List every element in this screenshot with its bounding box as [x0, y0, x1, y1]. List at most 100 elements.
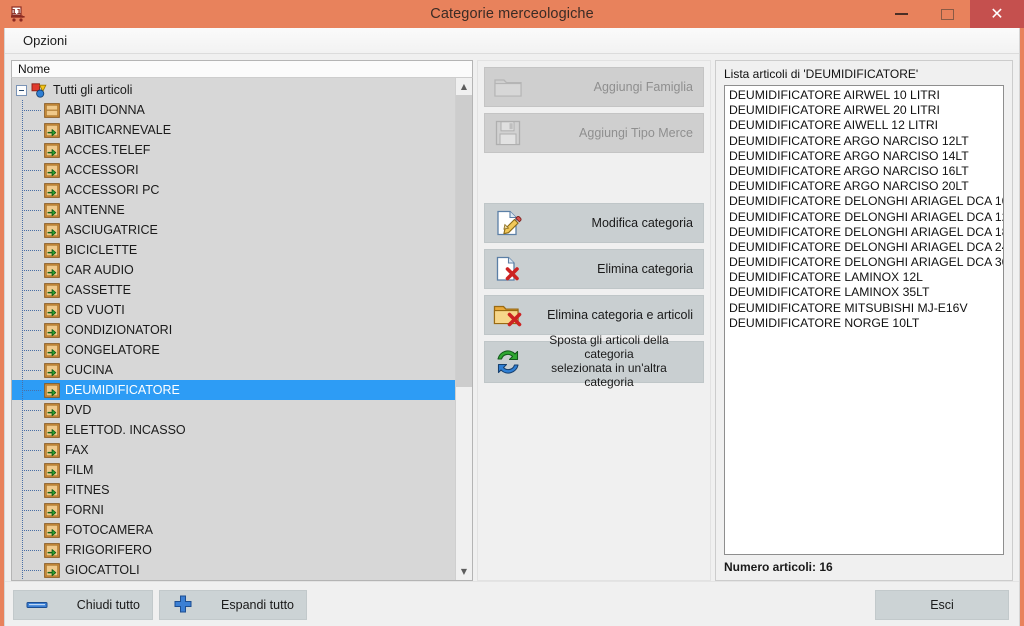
article-list-item[interactable]: DEUMIDIFICATORE DELONGHI ARIAGEL DCA 12 [727, 210, 1003, 225]
minimize-button[interactable] [878, 0, 924, 28]
article-list-item[interactable]: DEUMIDIFICATORE DELONGHI ARIAGEL DCA 30R [727, 255, 1003, 270]
collapse-all-button[interactable]: Chiudi tutto [13, 589, 153, 620]
collapse-all-label: Chiudi tutto [76, 597, 140, 612]
category-tree-panel: Nome Tutti gli articoli ABITI DONNA ABITIC… [11, 60, 473, 581]
tree-connector [16, 340, 44, 360]
tree-item-fotocamera[interactable]: FOTOCAMERA [12, 520, 455, 540]
expand-all-button[interactable]: Espandi tutto [159, 589, 307, 620]
tree-column-header-nome[interactable]: Nome [11, 60, 473, 78]
tree-item-label: CONDIZIONATORI [65, 323, 173, 337]
tree-connector [16, 160, 44, 180]
article-list-item[interactable]: DEUMIDIFICATORE DELONGHI ARIAGEL DCA 24 [727, 240, 1003, 255]
tree-item-fax[interactable]: FAX [12, 440, 455, 460]
tree-item-fitnes[interactable]: FITNES [12, 480, 455, 500]
action-button-elimina-categoria-e[interactable]: Elimina categoria e articoli [484, 295, 704, 335]
box-arrow-icon [44, 522, 60, 538]
article-list-item[interactable]: DEUMIDIFICATORE DELONGHI ARIAGEL DCA 18 [727, 225, 1003, 240]
box-arrow-icon [44, 222, 60, 238]
tree-connector [16, 120, 44, 140]
article-list-item[interactable]: DEUMIDIFICATORE LAMINOX 35LT [727, 285, 1003, 300]
scrollbar-thumb[interactable] [456, 95, 472, 387]
box-arrow-icon [44, 242, 60, 258]
tree-item-label: FORNI [65, 503, 104, 517]
tree-item-deumidificatore[interactable]: DEUMIDIFICATORE [12, 380, 455, 400]
article-list-item[interactable]: DEUMIDIFICATORE NORGE 10LT [727, 316, 1003, 331]
maximize-button[interactable] [924, 0, 970, 28]
scroll-down-arrow-icon[interactable]: ▼ [456, 563, 472, 580]
tree-item-label: ACCES.TELEF [65, 143, 151, 157]
tree-root-node[interactable]: Tutti gli articoli [12, 80, 455, 100]
expand-all-label: Espandi tutto [221, 597, 294, 612]
tree-item-label: FOTOCAMERA [65, 523, 153, 537]
box-arrow-icon [44, 322, 60, 338]
tree-item-cd-vuoti[interactable]: CD VUOTI [12, 300, 455, 320]
articles-list[interactable]: DEUMIDIFICATORE AIRWEL 10 LITRI DEUMIDIFI… [724, 85, 1004, 555]
menu-item-opzioni[interactable]: Opzioni [15, 30, 75, 51]
tree-item-abiticarnevale[interactable]: ABITICARNEVALE [12, 120, 455, 140]
box-arrow-icon [44, 462, 60, 478]
action-label-line-2: selezionata in un'altra categoria [551, 361, 667, 389]
tree-item-cucina[interactable]: CUCINA [12, 360, 455, 380]
article-list-item[interactable]: DEUMIDIFICATORE LAMINOX 12L [727, 270, 1003, 285]
scrollbar-track[interactable] [456, 95, 472, 563]
tree-scroll-wrapper: Tutti gli articoli ABITI DONNA ABITICARNEV… [11, 78, 473, 581]
tree-item-accessori-pc[interactable]: ACCESSORI PC [12, 180, 455, 200]
tree-item-frigorifero[interactable]: FRIGORIFERO [12, 540, 455, 560]
exit-button[interactable]: Esci [875, 589, 1009, 620]
tree-connector [16, 440, 44, 460]
article-list-item[interactable]: DEUMIDIFICATORE AIWELL 12 LITRI [727, 118, 1003, 133]
article-list-item[interactable]: DEUMIDIFICATORE AIRWEL 20 LITRI [727, 103, 1003, 118]
tree-connector [16, 180, 44, 200]
box-arrow-icon [44, 362, 60, 378]
tree-connector [16, 420, 44, 440]
tree-root-label: Tutti gli articoli [53, 83, 133, 97]
scroll-up-arrow-icon[interactable]: ▲ [456, 78, 472, 95]
tree-item-film[interactable]: FILM [12, 460, 455, 480]
article-list-item[interactable]: DEUMIDIFICATORE DELONGHI ARIAGEL DCA 10 [727, 194, 1003, 209]
article-list-item[interactable]: DEUMIDIFICATORE ARGO NARCISO 12LT [727, 134, 1003, 149]
tree-connector [16, 260, 44, 280]
tree-item-cassette[interactable]: CASSETTE [12, 280, 455, 300]
close-icon: ✕ [990, 4, 1004, 23]
tree-item-asciugatrice[interactable]: ASCIUGATRICE [12, 220, 455, 240]
plus-icon [166, 594, 200, 616]
close-button[interactable]: ✕ [970, 0, 1024, 28]
tree-item-label: FILM [65, 463, 94, 477]
tree-connector [16, 380, 44, 400]
action-button-label: Sposta gli articoli della categoria selez… [525, 334, 693, 389]
tree-connector [16, 360, 44, 380]
window-title: Categorie merceologiche [430, 6, 594, 22]
article-list-item[interactable]: DEUMIDIFICATORE ARGO NARCISO 14LT [727, 149, 1003, 164]
box-arrow-icon [44, 302, 60, 318]
article-list-item[interactable]: DEUMIDIFICATORE AIRWEL 10 LITRI [727, 88, 1003, 103]
tree-item-biciclette[interactable]: BICICLETTE [12, 240, 455, 260]
action-button-label: Modifica categoria [591, 215, 693, 230]
tree-connector [16, 500, 44, 520]
category-tree[interactable]: Tutti gli articoli ABITI DONNA ABITICARNEV… [12, 78, 455, 580]
tree-vertical-scrollbar[interactable]: ▲ ▼ [455, 78, 472, 580]
box-arrow-icon [44, 202, 60, 218]
action-button-modifica-categoria[interactable]: Modifica categoria [484, 203, 704, 243]
tree-connector [16, 200, 44, 220]
article-list-item[interactable]: DEUMIDIFICATORE ARGO NARCISO 16LT [727, 164, 1003, 179]
tree-item-forni[interactable]: FORNI [12, 500, 455, 520]
action-label-line-1: Sposta gli articoli della categoria [549, 333, 669, 362]
tree-item-car-audio[interactable]: CAR AUDIO [12, 260, 455, 280]
tree-item-giocattoli[interactable]: GIOCATTOLI [12, 560, 455, 580]
tree-item-abiti-donna[interactable]: ABITI DONNA [12, 100, 455, 120]
article-list-item[interactable]: DEUMIDIFICATORE ARGO NARCISO 20LT [727, 179, 1003, 194]
tree-item-acces-telef[interactable]: ACCES.TELEF [12, 140, 455, 160]
tree-item-congelatore[interactable]: CONGELATORE [12, 340, 455, 360]
expander-collapse-icon[interactable] [16, 84, 27, 96]
article-list-item[interactable]: DEUMIDIFICATORE MITSUBISHI MJ-E16V [727, 301, 1003, 316]
tree-item-condizionatori[interactable]: CONDIZIONATORI [12, 320, 455, 340]
action-button-sposta-gli-articoli[interactable]: Sposta gli articoli della categoria selez… [484, 334, 704, 389]
tree-connector [16, 220, 44, 240]
client-area: Opzioni Nome Tutti gli articoli ABITI DON… [4, 28, 1020, 626]
tree-item-accessori[interactable]: ACCESSORI [12, 160, 455, 180]
tree-item-elettod-incasso[interactable]: ELETTOD. INCASSO [12, 420, 455, 440]
action-button-elimina-categoria[interactable]: Elimina categoria [484, 249, 704, 289]
tree-item-dvd[interactable]: DVD [12, 400, 455, 420]
action-button-label: Aggiungi Tipo Merce [579, 125, 693, 140]
tree-item-antenne[interactable]: ANTENNE [12, 200, 455, 220]
